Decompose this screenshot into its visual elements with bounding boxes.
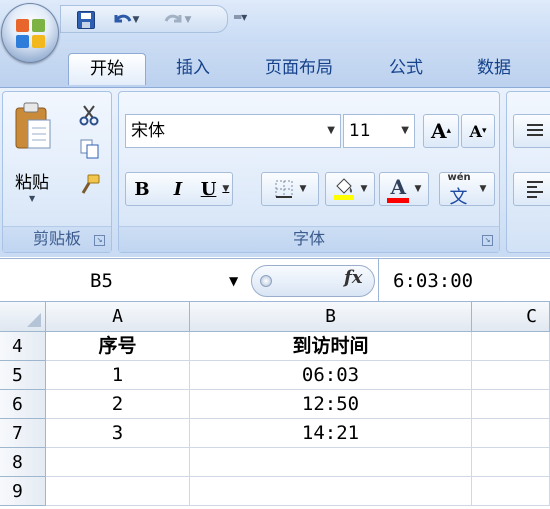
- column-header-a[interactable]: A: [46, 302, 190, 332]
- formula-input[interactable]: 6:03:00: [378, 259, 550, 303]
- cell-b6[interactable]: 12:50: [190, 390, 472, 419]
- formula-bar: B5 ▼ fx 6:03:00: [0, 258, 550, 303]
- redo-icon: [164, 14, 182, 23]
- phonetic-guide-icon: wén 文: [447, 172, 471, 208]
- paste-dropdown-icon: ▼: [29, 194, 36, 203]
- fill-color-icon: [333, 178, 354, 200]
- bold-button[interactable]: B: [125, 172, 159, 206]
- chevron-down-icon: ▼: [327, 125, 335, 136]
- cell-b4[interactable]: 到访时间: [190, 332, 472, 361]
- undo-button[interactable]: ▼: [107, 9, 143, 31]
- title-bar: ▼ ▼ ═▾: [0, 0, 550, 42]
- paste-button[interactable]: 粘贴 ▼: [9, 98, 57, 208]
- save-icon: [77, 11, 95, 29]
- fill-color-dropdown-icon: ▼: [360, 184, 368, 194]
- font-size-select[interactable]: 11 ▼: [343, 114, 415, 148]
- undo-dropdown-icon: ▼: [132, 15, 140, 25]
- shrink-font-icon: ▾: [481, 126, 487, 136]
- row-header-5[interactable]: 5: [0, 361, 46, 390]
- phonetic-dropdown-icon: ▼: [479, 184, 487, 194]
- underline-button[interactable]: U ▼: [197, 172, 233, 206]
- align-left-button[interactable]: [513, 172, 550, 206]
- name-box[interactable]: B5: [0, 259, 246, 303]
- tab-data[interactable]: 数据: [458, 53, 530, 85]
- font-color-dropdown-icon: ▼: [414, 184, 422, 194]
- font-color-swatch: [386, 198, 409, 203]
- redo-button[interactable]: ▼: [159, 9, 195, 31]
- italic-button[interactable]: I: [161, 172, 195, 206]
- redo-dropdown-icon: ▼: [184, 15, 192, 25]
- save-button[interactable]: [75, 9, 97, 31]
- worksheet-grid: A B C 4 序号 到访时间 5 1 06:03 6 2 12:50 7 3 …: [0, 302, 550, 509]
- cell-c8[interactable]: [472, 448, 550, 477]
- format-painter-icon[interactable]: [79, 174, 101, 196]
- row-header-8[interactable]: 8: [0, 448, 46, 477]
- row-header-4[interactable]: 4: [0, 332, 46, 361]
- clipboard-group: 粘贴 ▼ 剪贴板 ↘: [2, 91, 112, 253]
- office-logo-icon: [16, 19, 46, 49]
- tab-page-layout[interactable]: 页面布局: [246, 53, 352, 85]
- grow-font-button[interactable]: A ▴: [423, 114, 459, 148]
- phonetic-guide-button[interactable]: wén 文 ▼: [439, 172, 495, 208]
- cell-a5[interactable]: 1: [46, 361, 190, 390]
- borders-button[interactable]: ▼: [261, 172, 319, 206]
- cell-a6[interactable]: 2: [46, 390, 190, 419]
- tab-home[interactable]: 开始: [68, 53, 146, 85]
- ribbon: 粘贴 ▼ 剪贴板 ↘ 宋体 ▼ 11 ▼ A ▴ A ▾ B I U ▼ ▼ ▼…: [0, 87, 550, 257]
- paste-label: 粘贴: [15, 173, 49, 193]
- font-launcher-icon[interactable]: ↘: [482, 235, 493, 246]
- resize-grip-icon[interactable]: [260, 275, 272, 287]
- alignment-group: [506, 91, 550, 253]
- cell-b8[interactable]: [190, 448, 472, 477]
- quick-access-toolbar: ▼ ▼: [60, 5, 228, 33]
- underline-dropdown-icon: ▼: [222, 184, 230, 194]
- align-top-icon: [527, 124, 543, 136]
- borders-icon: [275, 180, 293, 198]
- grow-font-icon: ▴: [446, 126, 452, 136]
- fill-color-button[interactable]: ▼: [325, 172, 375, 206]
- cell-b5[interactable]: 06:03: [190, 361, 472, 390]
- font-group-label: 字体 ↘: [119, 226, 499, 252]
- ribbon-tabs: 开始 插入 页面布局 公式 数据: [0, 42, 550, 88]
- row-header-6[interactable]: 6: [0, 390, 46, 419]
- font-group: 宋体 ▼ 11 ▼ A ▴ A ▾ B I U ▼ ▼ ▼ A ▼ wén 文 …: [118, 91, 500, 253]
- cell-b9[interactable]: [190, 477, 472, 506]
- cell-b7[interactable]: 14:21: [190, 419, 472, 448]
- undo-icon: [114, 14, 131, 23]
- align-top-button[interactable]: [513, 114, 550, 148]
- borders-dropdown-icon: ▼: [299, 184, 307, 194]
- select-all-button[interactable]: [0, 302, 46, 332]
- align-left-icon: [527, 181, 543, 198]
- font-name-select[interactable]: 宋体 ▼: [125, 114, 341, 148]
- cell-a7[interactable]: 3: [46, 419, 190, 448]
- cell-a8[interactable]: [46, 448, 190, 477]
- cell-c7[interactable]: [472, 419, 550, 448]
- cell-c9[interactable]: [472, 477, 550, 506]
- office-button[interactable]: [1, 3, 59, 63]
- name-box-dropdown-icon[interactable]: ▼: [229, 259, 238, 303]
- shrink-font-button[interactable]: A ▾: [461, 114, 495, 148]
- cell-c4[interactable]: [472, 332, 550, 361]
- tab-insert[interactable]: 插入: [160, 53, 226, 85]
- font-color-button[interactable]: A ▼: [379, 172, 429, 206]
- column-header-b[interactable]: B: [190, 302, 472, 332]
- row-header-7[interactable]: 7: [0, 419, 46, 448]
- column-header-c[interactable]: C: [472, 302, 550, 332]
- clipboard-group-label: 剪贴板 ↘: [3, 226, 111, 252]
- row-header-9[interactable]: 9: [0, 477, 46, 506]
- cell-c6[interactable]: [472, 390, 550, 419]
- copy-icon[interactable]: [79, 138, 101, 160]
- insert-function-button[interactable]: fx: [344, 267, 362, 288]
- formula-controls: fx: [251, 265, 375, 297]
- cut-icon[interactable]: [79, 104, 99, 126]
- customize-qat-icon[interactable]: ═▾: [234, 10, 247, 24]
- tab-formulas[interactable]: 公式: [372, 53, 440, 85]
- cell-a9[interactable]: [46, 477, 190, 506]
- cell-c5[interactable]: [472, 361, 550, 390]
- chevron-down-icon: ▼: [401, 125, 409, 136]
- clipboard-launcher-icon[interactable]: ↘: [94, 235, 105, 246]
- paste-icon: [15, 102, 51, 149]
- cell-a4[interactable]: 序号: [46, 332, 190, 361]
- fill-color-swatch: [333, 195, 354, 200]
